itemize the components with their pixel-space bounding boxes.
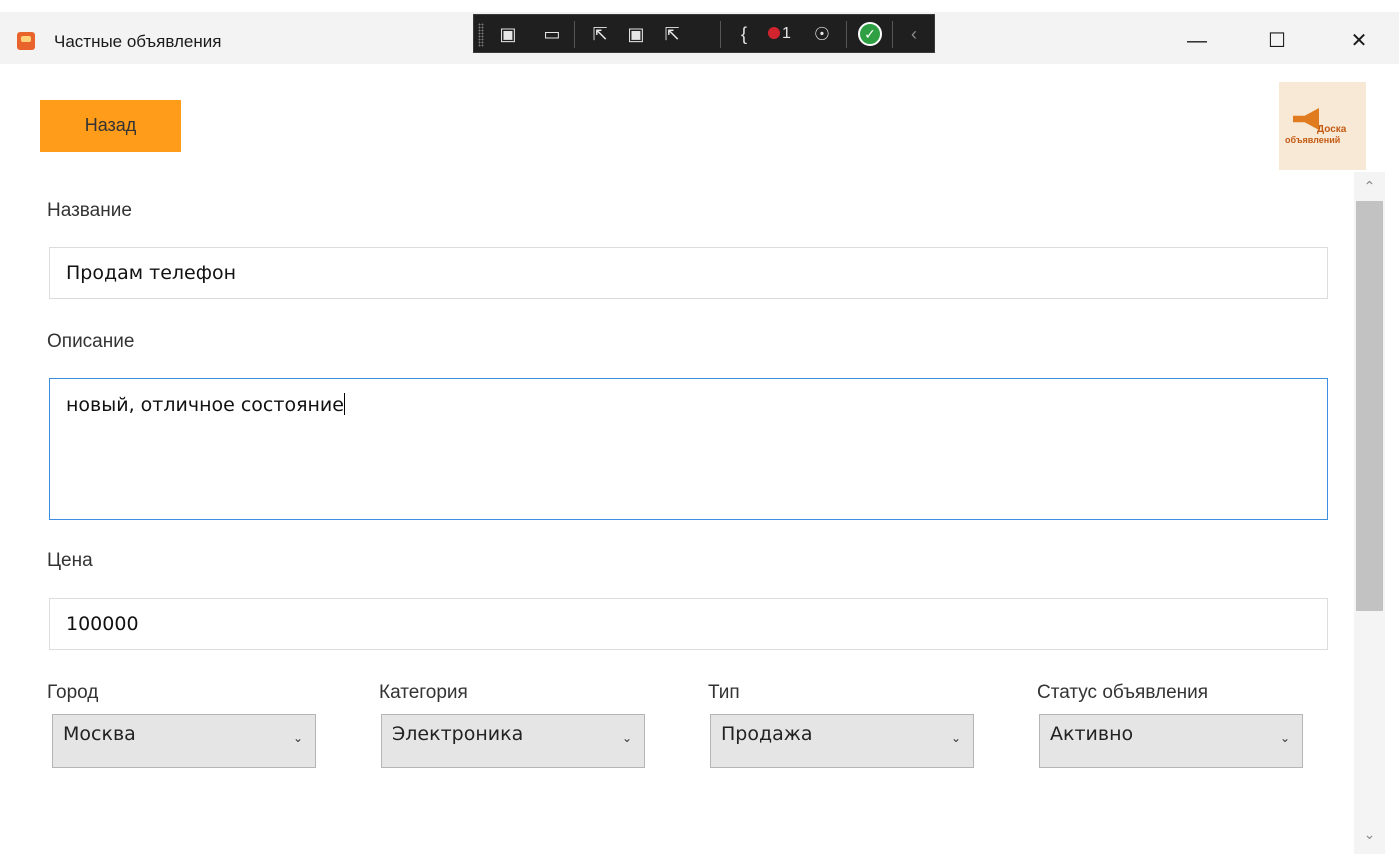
record-icon[interactable]: ▭ bbox=[540, 22, 564, 46]
description-textarea[interactable]: новый, отличное состояние bbox=[49, 378, 1328, 520]
title-label: Название bbox=[47, 200, 132, 221]
select-element-icon[interactable]: ⇱ bbox=[588, 22, 612, 46]
titlebar-top-strip bbox=[0, 0, 1399, 12]
city-label: Город bbox=[47, 682, 99, 703]
title-bar: Частные объявления ▣ ▭ ⇱ ▣ ⇱ { 1 ☉ ✓ ‹ —… bbox=[0, 0, 1399, 64]
chevron-down-icon: ⌄ bbox=[950, 731, 961, 745]
minimize-button[interactable]: — bbox=[1174, 18, 1220, 64]
city-combobox[interactable]: Москва ⌄ bbox=[52, 714, 316, 768]
scroll-thumb[interactable] bbox=[1356, 201, 1383, 611]
type-label: Тип bbox=[708, 682, 740, 703]
separator bbox=[720, 21, 721, 48]
accessibility-icon[interactable]: ☉ bbox=[810, 22, 834, 46]
ok-status-icon[interactable]: ✓ bbox=[858, 22, 882, 46]
toolbar-grip-icon[interactable] bbox=[478, 23, 484, 47]
megaphone-icon bbox=[1293, 108, 1319, 130]
price-input[interactable]: 100000 bbox=[49, 598, 1328, 650]
logo-text-line1: Доска bbox=[1317, 124, 1347, 135]
binding-error-count: 1 bbox=[768, 23, 791, 45]
app-icon bbox=[17, 32, 35, 50]
status-selected-value: Активно bbox=[1050, 723, 1134, 745]
separator bbox=[892, 21, 893, 48]
title-input[interactable]: Продам телефон bbox=[49, 247, 1328, 299]
back-button[interactable]: Назад bbox=[40, 100, 181, 152]
separator bbox=[846, 21, 847, 48]
city-selected-value: Москва bbox=[63, 723, 136, 745]
devtools-toolbar: ▣ ▭ ⇱ ▣ ⇱ { 1 ☉ ✓ ‹ bbox=[473, 14, 935, 53]
scroll-down-icon[interactable]: ⌄ bbox=[1354, 822, 1385, 846]
type-selected-value: Продажа bbox=[721, 723, 813, 745]
maximize-button[interactable]: ☐ bbox=[1254, 18, 1300, 64]
chevron-down-icon: ⌄ bbox=[621, 731, 632, 745]
track-focus-icon[interactable]: ⇱ bbox=[660, 22, 684, 46]
status-combobox[interactable]: Активно ⌄ bbox=[1039, 714, 1303, 768]
description-text: новый, отличное состояние bbox=[66, 394, 344, 416]
description-label: Описание bbox=[47, 331, 135, 352]
chevron-down-icon: ⌄ bbox=[1279, 731, 1290, 745]
text-caret bbox=[343, 393, 345, 415]
category-combobox[interactable]: Электроника ⌄ bbox=[381, 714, 645, 768]
category-label: Категория bbox=[379, 682, 468, 703]
logo-text-line2: объявлений bbox=[1285, 135, 1341, 145]
status-label: Статус объявления bbox=[1037, 682, 1209, 703]
scroll-up-icon[interactable]: ⌃ bbox=[1354, 174, 1385, 198]
error-count-text: 1 bbox=[782, 25, 791, 42]
chevron-down-icon: ⌄ bbox=[292, 731, 303, 745]
display-layout-adorners-icon[interactable]: ▣ bbox=[624, 22, 648, 46]
close-button[interactable]: ✕ bbox=[1336, 18, 1382, 64]
live-tree-icon[interactable]: ▣ bbox=[496, 22, 520, 46]
error-dot-icon bbox=[768, 27, 780, 39]
binding-errors-icon[interactable]: { bbox=[732, 22, 756, 46]
collapse-icon[interactable]: ‹ bbox=[902, 22, 926, 46]
vertical-scrollbar[interactable]: ⌃ ⌄ bbox=[1354, 172, 1385, 854]
category-selected-value: Электроника bbox=[392, 723, 524, 745]
type-combobox[interactable]: Продажа ⌄ bbox=[710, 714, 974, 768]
logo: Доска объявлений bbox=[1279, 82, 1366, 170]
separator bbox=[574, 21, 575, 48]
price-label: Цена bbox=[47, 550, 93, 571]
window-title: Частные объявления bbox=[54, 32, 222, 51]
